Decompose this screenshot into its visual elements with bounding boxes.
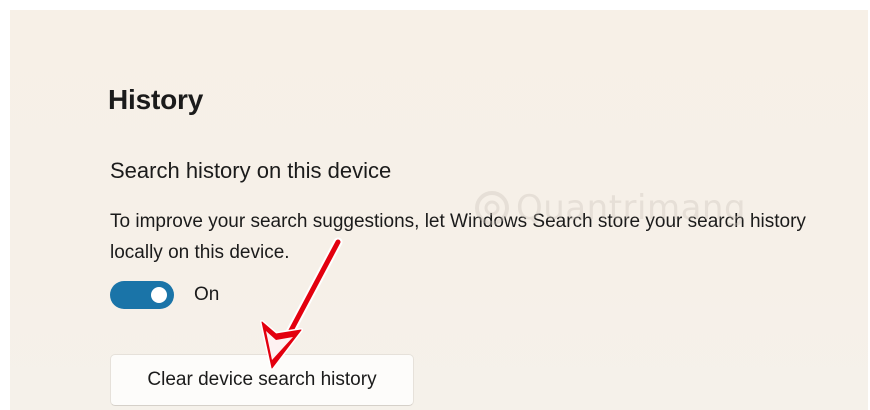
section-title-history: History xyxy=(108,84,204,115)
toggle-state-label: On xyxy=(194,284,220,305)
watermark-text: Quantrimang xyxy=(516,188,747,228)
search-history-title: Search history on this device xyxy=(110,158,392,183)
watermark: Quantrimang xyxy=(472,188,746,228)
clear-device-search-history-button[interactable]: Clear device search history xyxy=(110,354,414,406)
toggle-knob xyxy=(151,287,167,303)
watermark-logo-icon xyxy=(475,191,509,225)
search-history-toggle-row: On xyxy=(110,280,219,310)
search-history-toggle[interactable] xyxy=(110,281,174,309)
settings-panel: History Search history on this device To… xyxy=(10,10,868,410)
